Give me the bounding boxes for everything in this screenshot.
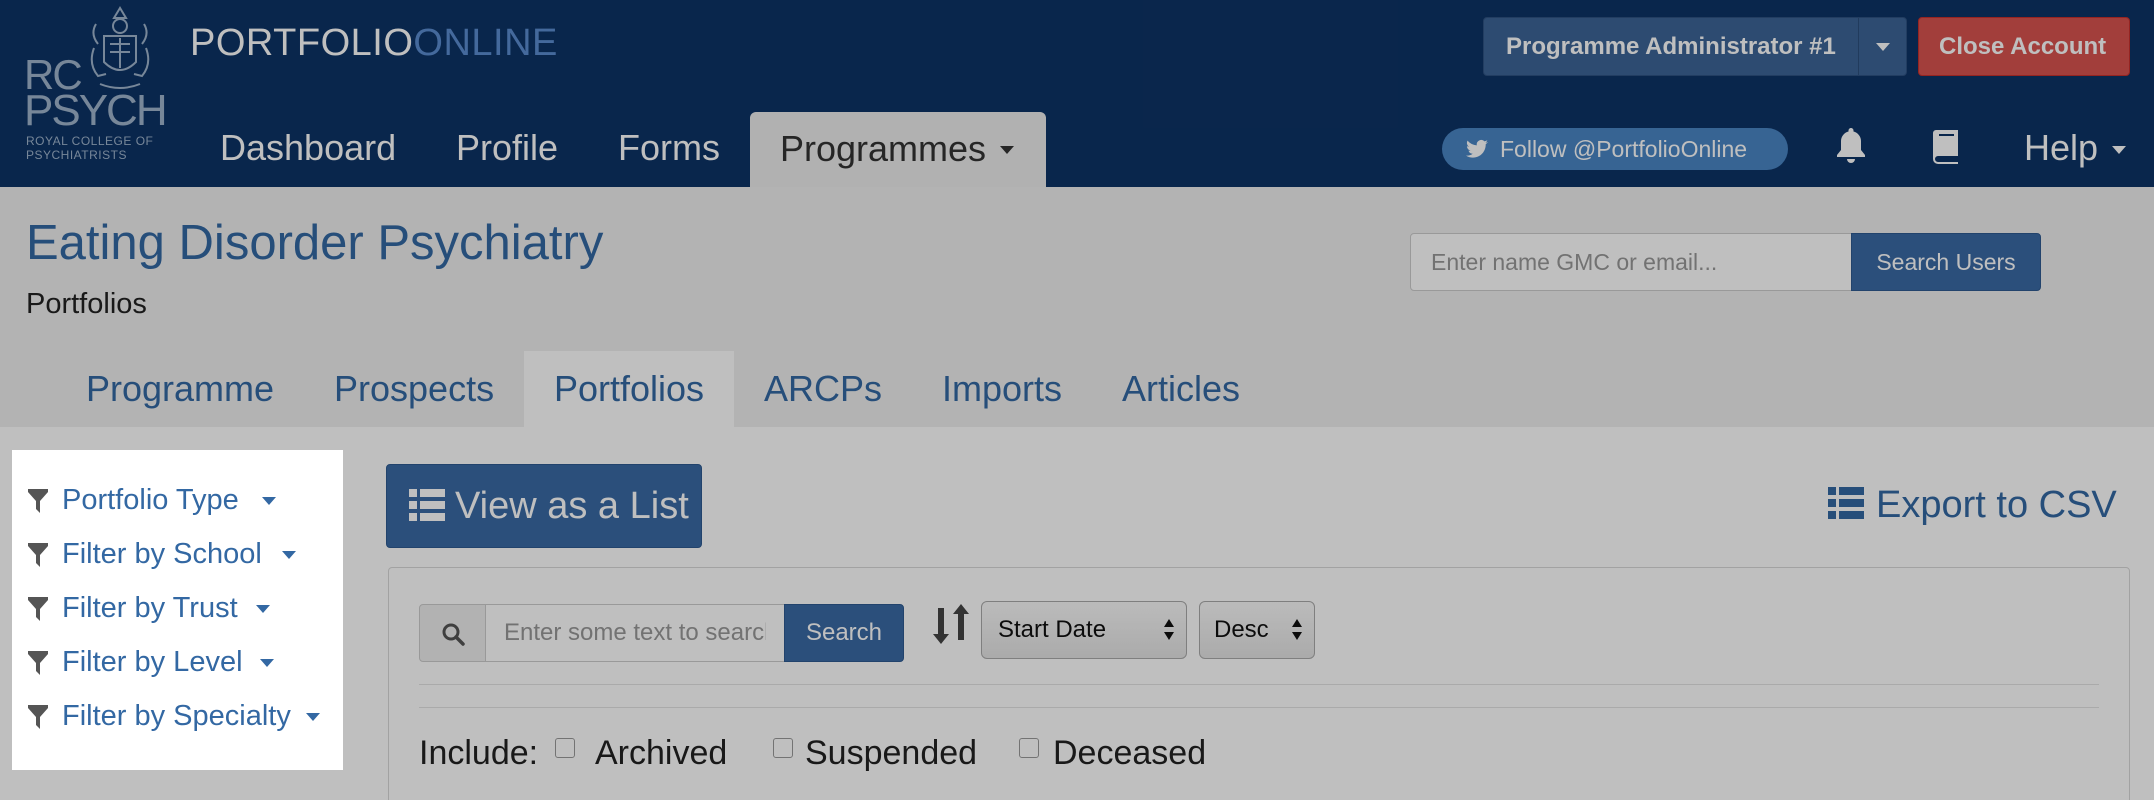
select-arrows-icon xyxy=(1164,619,1174,641)
chevron-down-icon xyxy=(256,605,270,613)
chevron-down-icon xyxy=(1000,146,1014,154)
filter-label: Portfolio Type xyxy=(62,484,239,516)
sort-field-select[interactable]: Start Date xyxy=(981,601,1187,659)
brand-name-part1: PORTFOLIO xyxy=(190,22,414,64)
filter-icon xyxy=(28,597,48,621)
filter-label: Filter by Level xyxy=(62,646,243,678)
archived-label: Archived xyxy=(595,734,728,772)
chevron-down-icon xyxy=(282,551,296,559)
select-arrows-icon xyxy=(1292,619,1302,641)
chevron-down-icon xyxy=(306,713,320,721)
top-navbar: RC PSYCH ROYAL COLLEGE OF PSYCHIATRISTS … xyxy=(0,0,2154,187)
filter-icon xyxy=(28,543,48,567)
search-users-button[interactable]: Search Users xyxy=(1851,233,2041,291)
suspended-checkbox[interactable] xyxy=(773,738,793,758)
bell-icon[interactable] xyxy=(1834,126,1868,164)
page-header: Eating Disorder Psychiatry Portfolios Se… xyxy=(0,187,2154,427)
filter-sidebar: Portfolio Type Filter by School Filter b… xyxy=(12,450,343,770)
divider xyxy=(419,707,2099,708)
search-users-input[interactable] xyxy=(1410,233,1852,291)
suspended-label: Suspended xyxy=(805,734,978,772)
tab-arcps[interactable]: ARCPs xyxy=(764,351,882,427)
search-button[interactable]: Search xyxy=(784,604,904,662)
sort-icon xyxy=(933,604,969,644)
user-menu-button[interactable]: Programme Administrator #1 xyxy=(1483,17,1907,76)
tab-prospects[interactable]: Prospects xyxy=(334,351,494,427)
close-account-label: Close Account xyxy=(1939,33,2107,60)
brand-name-part2: ONLINE xyxy=(413,22,558,64)
tab-programme[interactable]: Programme xyxy=(86,351,274,427)
filter-icon xyxy=(28,651,48,675)
book-icon[interactable] xyxy=(1930,128,1962,164)
brand-name[interactable]: PORTFOLIOONLINE xyxy=(190,22,558,65)
sort-order-value: Desc xyxy=(1214,616,1269,643)
user-menu-label: Programme Administrator #1 xyxy=(1506,33,1836,60)
list-icon xyxy=(409,489,445,521)
search-addon xyxy=(419,604,486,662)
chevron-down-icon xyxy=(262,497,276,505)
twitter-icon xyxy=(1466,139,1488,158)
export-csv-label: Export to CSV xyxy=(1876,484,2117,526)
chevron-down-icon xyxy=(260,659,274,667)
tab-articles[interactable]: Articles xyxy=(1122,351,1240,427)
portfolio-search-panel: Search Start Date Desc Include: Archived… xyxy=(388,567,2130,800)
button-divider xyxy=(1858,18,1859,75)
list-icon xyxy=(1828,487,1864,519)
chevron-down-icon xyxy=(2112,146,2127,155)
deceased-checkbox[interactable] xyxy=(1019,738,1039,758)
help-label: Help xyxy=(2024,127,2099,168)
nav-dashboard[interactable]: Dashboard xyxy=(220,111,396,188)
page-title: Eating Disorder Psychiatry xyxy=(26,216,604,270)
sort-field-value: Start Date xyxy=(998,616,1107,643)
crest-icon xyxy=(90,6,150,89)
chevron-down-icon[interactable] xyxy=(1876,43,1890,51)
nav-profile[interactable]: Profile xyxy=(456,111,558,188)
page-subtitle: Portfolios xyxy=(26,288,147,320)
logo-psych: PSYCH xyxy=(24,86,168,135)
nav-forms[interactable]: Forms xyxy=(618,111,720,188)
portfolio-search-input[interactable] xyxy=(485,604,785,662)
follow-label: Follow @PortfolioOnline xyxy=(1500,136,1748,162)
tab-portfolios[interactable]: Portfolios xyxy=(524,351,734,427)
follow-twitter-button[interactable]: Follow @PortfolioOnline xyxy=(1442,128,1788,170)
archived-checkbox[interactable] xyxy=(555,738,575,758)
tab-imports[interactable]: Imports xyxy=(942,351,1062,427)
view-as-list-button[interactable]: View as a List xyxy=(386,464,702,548)
nav-programmes-label: Programmes xyxy=(780,128,987,169)
include-label: Include: xyxy=(419,734,539,772)
filter-icon xyxy=(28,705,48,729)
filter-label: Filter by Trust xyxy=(62,592,238,624)
deceased-label: Deceased xyxy=(1053,734,1207,772)
filter-label: Filter by Specialty xyxy=(62,700,291,732)
help-menu[interactable]: Help xyxy=(2024,111,2127,185)
rcpsych-logo[interactable]: RC PSYCH ROYAL COLLEGE OF PSYCHIATRISTS xyxy=(22,4,168,169)
filter-icon xyxy=(28,489,48,513)
nav-programmes[interactable]: Programmes xyxy=(750,112,1046,187)
search-icon xyxy=(442,623,465,646)
divider xyxy=(419,684,2099,685)
logo-subtitle: ROYAL COLLEGE OF PSYCHIATRISTS xyxy=(26,134,154,162)
sort-order-select[interactable]: Desc xyxy=(1199,601,1315,659)
filter-label: Filter by School xyxy=(62,538,262,570)
close-account-button[interactable]: Close Account xyxy=(1918,17,2130,76)
view-as-list-label: View as a List xyxy=(455,485,689,527)
